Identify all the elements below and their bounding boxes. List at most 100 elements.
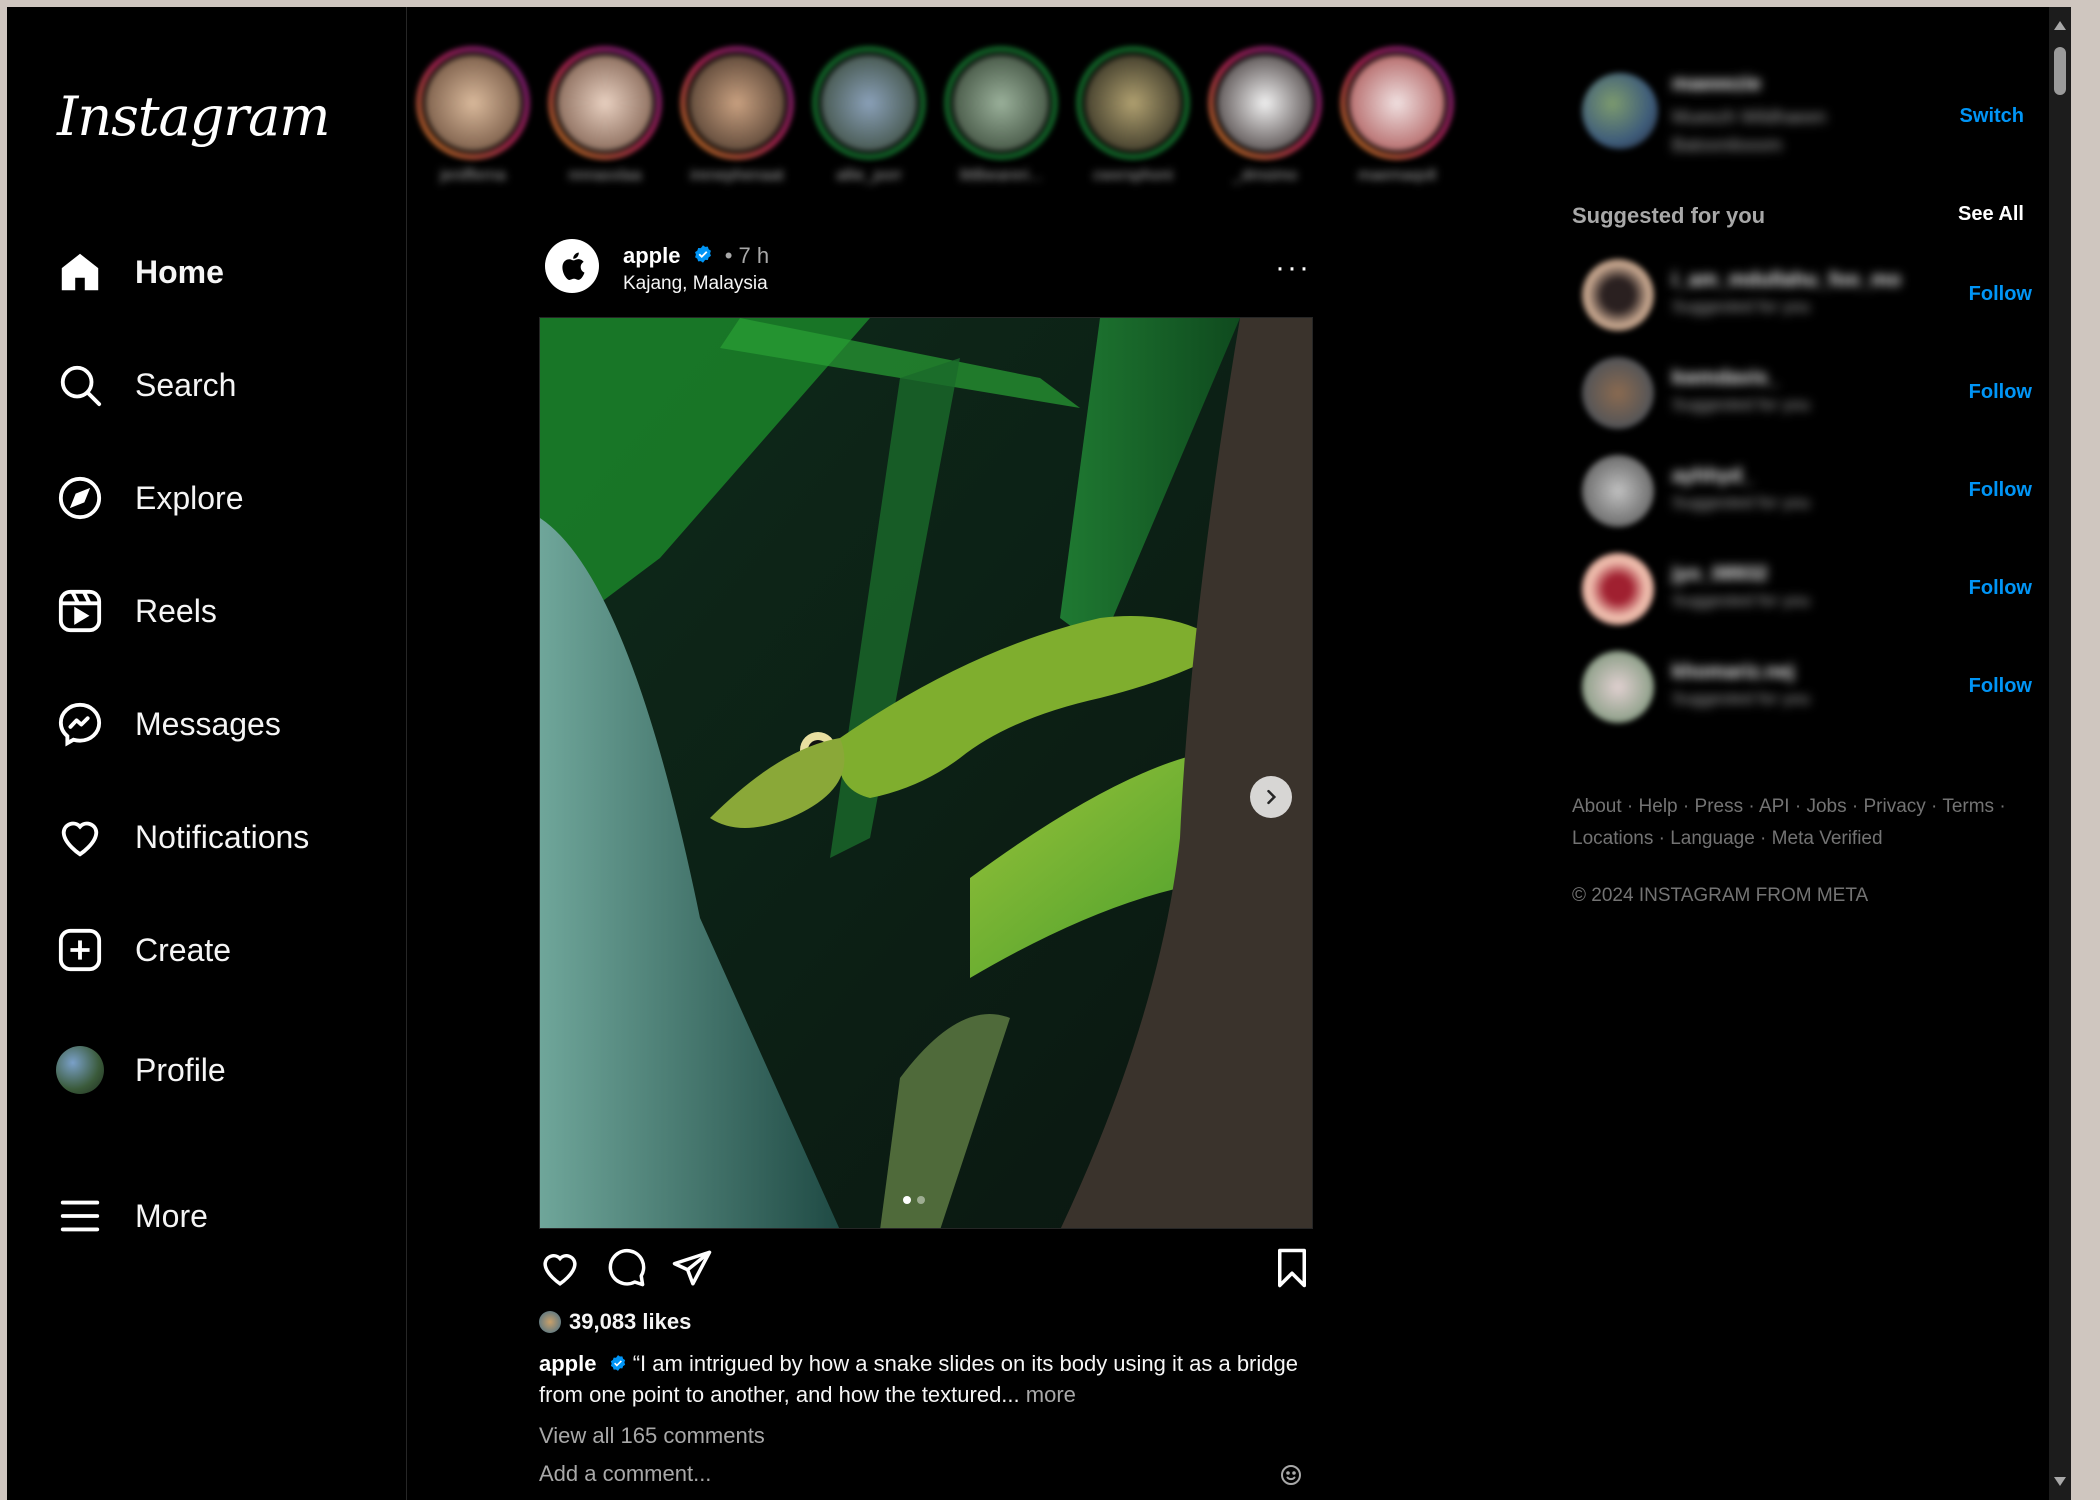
story-item[interactable]: jenifferna	[413, 47, 533, 185]
suggestion-username[interactable]: khomariz.nej	[1672, 661, 1794, 684]
stories-tray: jenifferna nnnaxxlaa irenephenaat allie_…	[407, 37, 1467, 197]
switch-account-button[interactable]: Switch	[1960, 105, 2024, 128]
messenger-icon	[55, 699, 105, 749]
follow-button[interactable]: Follow	[1969, 577, 2032, 600]
post-header: apple • 7 h Kajang, Malaysia ···	[539, 237, 1313, 307]
scroll-down-arrow-icon[interactable]	[2054, 1477, 2066, 1486]
nav-reels[interactable]: Reels	[55, 576, 385, 646]
scrollbar-thumb[interactable]	[2054, 47, 2066, 95]
compass-icon	[55, 473, 105, 523]
story-item[interactable]: cwxrsphoni	[1073, 47, 1193, 185]
story-username: jenifferna	[440, 167, 506, 184]
carousel-next-button[interactable]	[1250, 776, 1292, 818]
nav-messages[interactable]: Messages	[55, 689, 385, 759]
story-item[interactable]: littlbeareri...	[941, 47, 1061, 185]
nav-label: Reels	[135, 592, 217, 629]
footer-link[interactable]: Language	[1670, 828, 1755, 849]
post-time: • 7 h	[724, 243, 770, 268]
suggestion-username[interactable]: i_am_mdullahu_foo_mo	[1672, 269, 1901, 292]
caption-username[interactable]: apple	[539, 1351, 596, 1376]
nav-notifications[interactable]: Notifications	[55, 802, 385, 872]
follow-button[interactable]: Follow	[1969, 381, 2032, 404]
footer-link[interactable]: Meta Verified	[1772, 828, 1883, 849]
suggestion-username[interactable]: kwmdavis_	[1672, 367, 1779, 390]
follow-button[interactable]: Follow	[1969, 675, 2032, 698]
post-actions	[539, 1247, 1313, 1297]
nav-profile[interactable]: Profile	[55, 1035, 385, 1105]
caption-text: “I am intrigued by how a snake slides on…	[539, 1351, 1298, 1408]
nav-label: More	[135, 1197, 208, 1234]
current-user-avatar[interactable]	[1582, 73, 1658, 149]
story-item[interactable]: allie_porr	[809, 47, 929, 185]
comment-input[interactable]: Add a comment...	[539, 1461, 1299, 1487]
footer-link[interactable]: API	[1759, 796, 1790, 817]
story-username: _dmsimo	[1232, 167, 1298, 184]
suggestion-subtitle: Suggested for you	[1672, 689, 1810, 708]
story-item[interactable]: _dmsimo	[1205, 47, 1325, 185]
nav-search[interactable]: Search	[55, 350, 385, 420]
comment-icon[interactable]	[605, 1247, 647, 1294]
likes-count[interactable]: 39,083 likes	[569, 1309, 691, 1335]
carousel-dot	[917, 1196, 925, 1204]
save-bookmark-icon[interactable]	[1271, 1247, 1313, 1294]
more-options-icon[interactable]: ···	[1275, 251, 1311, 285]
share-send-icon[interactable]	[671, 1247, 713, 1294]
story-username: nnnaxxlaa	[568, 167, 642, 184]
avatar[interactable]	[1582, 357, 1654, 429]
nav-more[interactable]: More	[55, 1181, 385, 1251]
snake-photo	[540, 318, 1312, 1228]
story-item[interactable]: maemaqoll	[1337, 47, 1457, 185]
footer-link[interactable]: About	[1572, 796, 1622, 817]
plus-square-icon	[55, 925, 105, 975]
see-all-button[interactable]: See All	[1958, 203, 2024, 226]
suggestion-username[interactable]: ayhhyd_	[1672, 465, 1753, 488]
footer-link[interactable]: Press	[1695, 796, 1744, 817]
footer-link[interactable]: Locations	[1572, 828, 1653, 849]
footer-links: About · Help · Press · API · Jobs · Priv…	[1572, 796, 2006, 849]
suggested-title: Suggested for you	[1572, 203, 1766, 228]
copyright: © 2024 INSTAGRAM FROM META	[1572, 885, 1869, 906]
apple-logo-avatar[interactable]	[545, 239, 599, 293]
footer-link[interactable]: Jobs	[1806, 796, 1846, 817]
suggestion-row: i_am_mdullahu_foo_mo Suggested for you F…	[1572, 253, 2032, 333]
post-image[interactable]	[539, 317, 1313, 1229]
emoji-icon[interactable]	[1279, 1463, 1303, 1492]
nav-home[interactable]: Home	[55, 237, 385, 307]
caption-more-link[interactable]: more	[1026, 1382, 1076, 1407]
story-username: irenephenaat	[690, 167, 784, 184]
verified-badge-icon	[609, 1350, 627, 1380]
nav-explore[interactable]: Explore	[55, 463, 385, 533]
footer-link[interactable]: Help	[1639, 796, 1678, 817]
follow-button[interactable]: Follow	[1969, 479, 2032, 502]
current-username[interactable]: maeeezie	[1672, 73, 1761, 96]
post-username[interactable]: apple	[623, 243, 680, 268]
post-caption: apple “I am intrigued by how a snake sli…	[539, 1349, 1299, 1410]
footer-link[interactable]: Terms	[1942, 796, 1994, 817]
avatar[interactable]	[1582, 651, 1654, 723]
reels-icon	[55, 586, 105, 636]
follow-button[interactable]: Follow	[1969, 283, 2032, 306]
search-icon	[55, 360, 105, 410]
avatar[interactable]	[1582, 259, 1654, 331]
view-comments-link[interactable]: View all 165 comments	[539, 1423, 765, 1449]
suggestion-subtitle: Suggested for you	[1672, 395, 1810, 414]
avatar	[56, 1046, 104, 1094]
avatar[interactable]	[1582, 455, 1654, 527]
nav-create[interactable]: Create	[55, 915, 385, 985]
footer-link[interactable]: Privacy	[1863, 796, 1925, 817]
like-heart-icon[interactable]	[539, 1247, 581, 1294]
scroll-up-arrow-icon[interactable]	[2054, 21, 2066, 30]
suggestion-username[interactable]: jyo_08932	[1672, 563, 1768, 586]
suggestion-row: kwmdavis_ Suggested for you Follow	[1572, 351, 2032, 431]
post-location[interactable]: Kajang, Malaysia	[623, 273, 768, 295]
instagram-logo[interactable]: Instagram	[57, 85, 330, 148]
scrollbar[interactable]	[2049, 7, 2071, 1500]
story-item[interactable]: nnnaxxlaa	[545, 47, 665, 185]
heart-icon	[55, 812, 105, 862]
current-fullname: Mueezh Wildhaeen Batoonilooom	[1672, 107, 1827, 155]
avatar[interactable]	[1582, 553, 1654, 625]
story-item[interactable]: irenephenaat	[677, 47, 797, 185]
hamburger-icon	[55, 1191, 105, 1241]
suggestion-subtitle: Suggested for you	[1672, 493, 1810, 512]
nav-label: Create	[135, 931, 232, 968]
